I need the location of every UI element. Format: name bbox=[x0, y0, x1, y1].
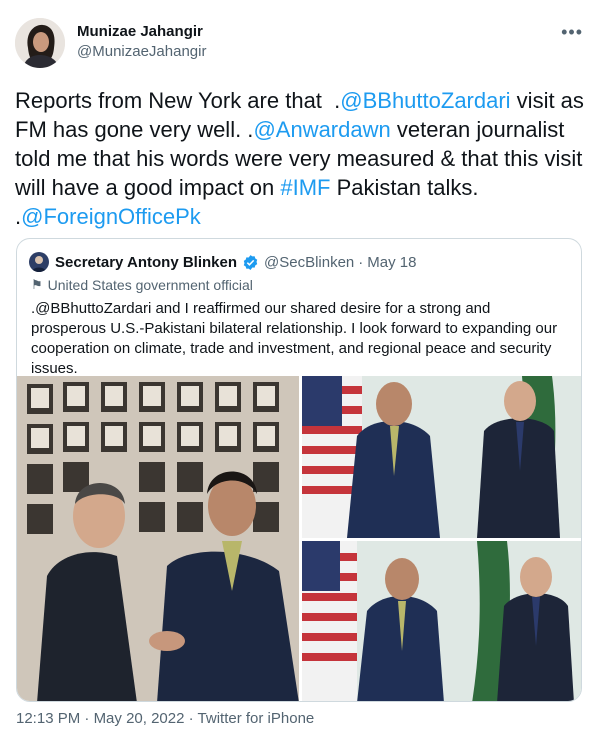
tweet-link[interactable]: @ForeignOfficePk bbox=[21, 204, 201, 229]
footer-separator: · bbox=[184, 710, 198, 727]
tweet-source[interactable]: Twitter for iPhone bbox=[198, 710, 315, 727]
photo-standing-bottom[interactable] bbox=[302, 541, 581, 701]
tweet-link[interactable]: #IMF bbox=[280, 175, 330, 200]
tweet-link[interactable]: @Anwardawn bbox=[253, 117, 390, 142]
tweet-date[interactable]: May 20, 2022 bbox=[94, 710, 185, 727]
flag-icon: ⚑ bbox=[31, 277, 43, 292]
footer-separator: · bbox=[80, 710, 94, 727]
tweet-footer: 12:13 PM · May 20, 2022 · Twitter for iP… bbox=[16, 710, 314, 727]
meta-separator: · bbox=[358, 253, 364, 271]
quoted-tweet-header: Secretary Antony Blinken @SecBlinken · M… bbox=[29, 251, 416, 273]
tweet-link[interactable]: @BBhuttoZardari bbox=[340, 88, 510, 113]
government-label: ⚑ United States government official bbox=[31, 277, 253, 293]
quoted-tweet-date[interactable]: May 18 bbox=[367, 254, 416, 271]
tweet-text: Reports from New York are that .@BBhutto… bbox=[15, 86, 585, 231]
tweet-header: Munizae Jahangir @MunizaeJahangir ••• bbox=[15, 18, 587, 70]
quoted-tweet[interactable]: Secretary Antony Blinken @SecBlinken · M… bbox=[16, 238, 582, 702]
quoted-author-display-name[interactable]: Secretary Antony Blinken bbox=[55, 254, 237, 271]
author-avatar[interactable] bbox=[15, 18, 65, 68]
author-handle[interactable]: @MunizaeJahangir bbox=[77, 42, 206, 62]
quoted-author-avatar[interactable] bbox=[29, 252, 49, 272]
photo-handshake[interactable] bbox=[17, 376, 299, 701]
quoted-author-handle[interactable]: @SecBlinken bbox=[264, 254, 354, 271]
media-grid bbox=[17, 376, 581, 701]
photo-standing-top[interactable] bbox=[302, 376, 581, 538]
quoted-tweet-text: .@BBhuttoZardari and I reaffirmed our sh… bbox=[31, 300, 558, 377]
author-display-name[interactable]: Munizae Jahangir bbox=[77, 22, 206, 42]
verified-badge-icon bbox=[242, 254, 259, 271]
tweet-text-segment: Reports from New York are that . bbox=[15, 88, 341, 113]
more-horizontal-icon[interactable]: ••• bbox=[561, 22, 583, 43]
tweet-time[interactable]: 12:13 PM bbox=[16, 710, 80, 727]
government-label-text: United States government official bbox=[47, 277, 253, 293]
